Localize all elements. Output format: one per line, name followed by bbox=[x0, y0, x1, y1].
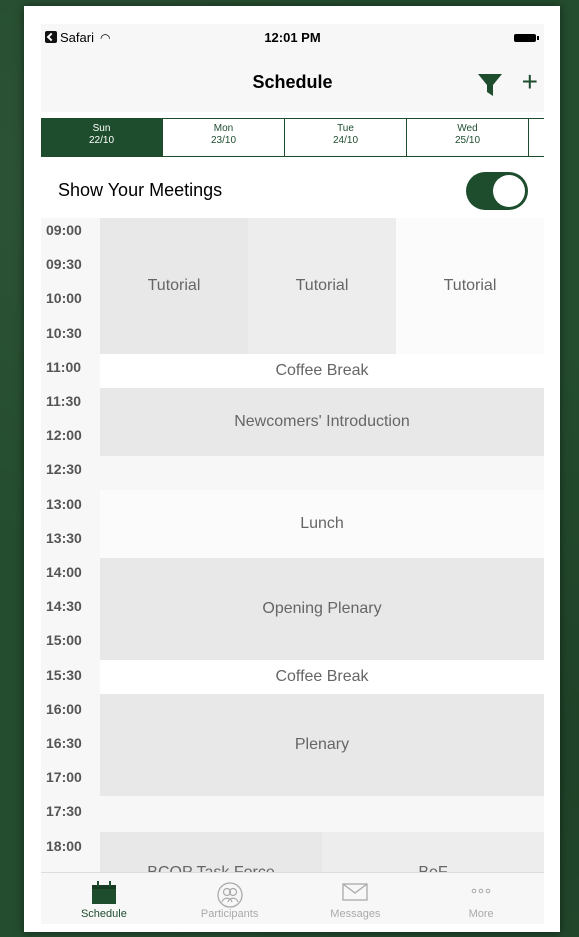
event-coffee-break[interactable]: Coffee Break bbox=[100, 354, 544, 388]
navigation-bar: Schedule + bbox=[41, 52, 544, 112]
time-label: 16:30 bbox=[46, 735, 82, 751]
time-label: 12:30 bbox=[46, 461, 82, 478]
time-label: 12:00 bbox=[46, 427, 82, 444]
event-tutorial[interactable]: Tutorial bbox=[248, 218, 396, 354]
day-date: 22/10 bbox=[88, 135, 115, 146]
page-title: Schedule bbox=[252, 72, 333, 92]
day-name: Tue bbox=[337, 123, 354, 134]
schedule-grid[interactable]: 09:00 09:30 10:00 10:30 11:00 11:30 12:00 12:30… bbox=[41, 218, 544, 878]
tab-schedule[interactable]: Schedule bbox=[41, 873, 167, 924]
day-tab-wed[interactable]: Wed 25/10 bbox=[407, 119, 529, 156]
event-tutorial[interactable]: Tutorial bbox=[100, 218, 248, 354]
day-date: 25/10 bbox=[454, 135, 481, 146]
event-plenary[interactable]: Plenary bbox=[100, 694, 544, 796]
day-tab-tue[interactable]: Tue 24/10 bbox=[285, 119, 407, 156]
day-name: Mon bbox=[213, 123, 234, 134]
tab-label: More bbox=[468, 908, 494, 920]
time-label: 10:30 bbox=[46, 324, 82, 341]
day-date: 24/10 bbox=[332, 135, 359, 146]
time-label: 13:30 bbox=[46, 529, 82, 546]
day-tab-mon[interactable]: Mon 23/10 bbox=[163, 119, 285, 156]
time-label: 14:30 bbox=[46, 598, 82, 615]
event-opening-plenary[interactable]: Opening Plenary bbox=[100, 558, 544, 660]
time-label: 16:00 bbox=[46, 700, 82, 717]
tab-label: Schedule bbox=[80, 908, 127, 920]
time-label: 15:00 bbox=[46, 632, 82, 649]
time-label: 18:00 bbox=[46, 837, 82, 854]
day-date: 23/10 bbox=[210, 135, 237, 146]
filter-icon[interactable] bbox=[476, 71, 504, 99]
participants-icon bbox=[216, 882, 243, 908]
toggle-knob bbox=[493, 175, 525, 207]
tab-more[interactable]: More bbox=[418, 873, 544, 924]
time-label: 11:30 bbox=[46, 393, 82, 409]
tab-label: Messages bbox=[330, 908, 381, 920]
day-selector: Sun 22/10 Mon 23/10 Tue 24/10 Wed 25/10 bbox=[41, 118, 544, 157]
day-tab-sun[interactable]: Sun 22/10 bbox=[41, 119, 163, 156]
time-label: 09:00 bbox=[46, 222, 82, 238]
calendar-icon bbox=[91, 881, 116, 904]
time-label: 10:00 bbox=[46, 290, 82, 307]
event-newcomers-introduction[interactable]: Newcomers' Introduction bbox=[100, 388, 544, 456]
tab-participants[interactable]: Participants bbox=[167, 873, 293, 924]
add-icon[interactable]: + bbox=[522, 68, 538, 96]
show-meetings-row: Show Your Meetings bbox=[41, 162, 544, 218]
battery-icon bbox=[514, 34, 539, 42]
time-label: 14:00 bbox=[46, 564, 82, 580]
time-label: 11:00 bbox=[46, 358, 82, 375]
day-name: Sun bbox=[92, 123, 111, 134]
show-meetings-toggle[interactable] bbox=[466, 172, 528, 210]
more-dots-icon bbox=[471, 888, 491, 894]
tab-bar: Schedule Participants Messages More bbox=[41, 872, 544, 924]
day-name: Wed bbox=[457, 123, 478, 134]
time-label: 17:00 bbox=[46, 769, 82, 786]
device-frame: Safari ◠ 12:01 PM Schedule + Sun 22/10 Mo… bbox=[24, 6, 560, 932]
time-label: 17:30 bbox=[46, 803, 82, 820]
status-bar: Safari ◠ 12:01 PM bbox=[41, 24, 544, 52]
show-meetings-label: Show Your Meetings bbox=[58, 180, 223, 200]
app-screen: Safari ◠ 12:01 PM Schedule + Sun 22/10 Mo… bbox=[41, 24, 544, 924]
time-label: 13:00 bbox=[46, 495, 82, 512]
day-tab-next[interactable] bbox=[529, 119, 544, 156]
envelope-icon bbox=[342, 883, 369, 901]
event-coffee-break[interactable]: Coffee Break bbox=[100, 660, 544, 694]
status-time: 12:01 PM bbox=[264, 30, 321, 45]
time-label: 15:30 bbox=[46, 666, 82, 683]
tab-label: Participants bbox=[200, 908, 259, 920]
time-label: 09:30 bbox=[46, 256, 82, 273]
tab-messages[interactable]: Messages bbox=[293, 873, 419, 924]
event-lunch[interactable]: Lunch bbox=[100, 490, 544, 558]
event-tutorial[interactable]: Tutorial bbox=[396, 218, 544, 354]
